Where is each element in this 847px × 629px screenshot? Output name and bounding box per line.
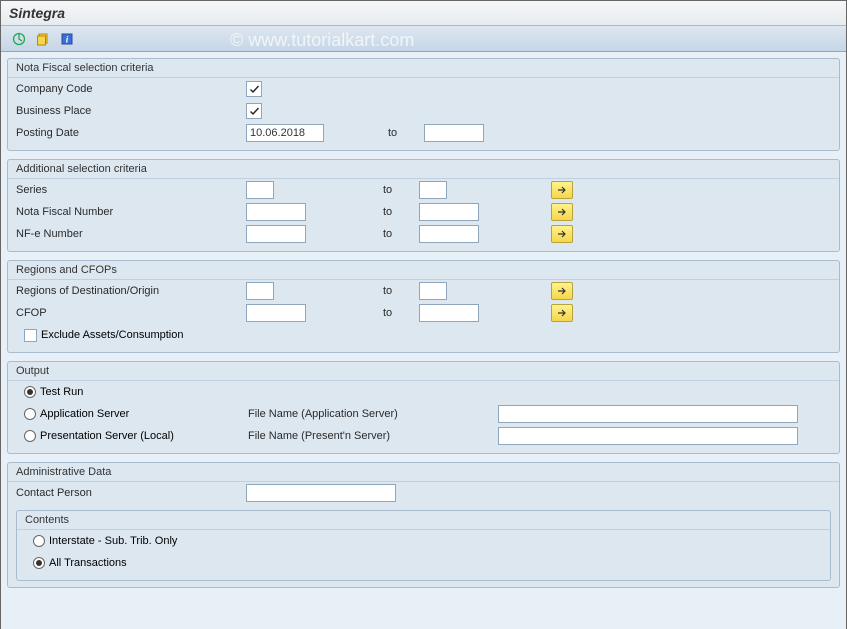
nfe-number-from-input[interactable] [246,225,306,243]
pres-server-radio[interactable] [24,430,36,442]
content-area: Nota Fiscal selection criteria Company C… [1,52,846,629]
label-nfe-number: NF-e Number [16,228,246,240]
label-all-transactions: All Transactions [49,557,127,569]
label-to: to [384,127,424,139]
label-business-place: Business Place [16,105,246,117]
series-multi-button[interactable] [551,181,573,199]
label-to: to [379,206,419,218]
nf-number-to-input[interactable] [419,203,479,221]
interstate-radio[interactable] [33,535,45,547]
subgroup-contents: Contents Interstate - Sub. Trib. Only Al… [16,510,831,581]
regions-multi-button[interactable] [551,282,573,300]
label-series: Series [16,184,246,196]
group-nota-fiscal: Nota Fiscal selection criteria Company C… [7,58,840,151]
company-code-checkbox[interactable] [246,81,262,97]
group-title: Administrative Data [8,463,839,482]
label-regions: Regions of Destination/Origin [16,285,246,297]
toolbar: i © www.tutorialkart.com [1,26,846,52]
nfe-number-to-input[interactable] [419,225,479,243]
cfop-to-input[interactable] [419,304,479,322]
label-cfop: CFOP [16,307,246,319]
nf-number-multi-button[interactable] [551,203,573,221]
all-transactions-radio[interactable] [33,557,45,569]
nf-number-from-input[interactable] [246,203,306,221]
label-company-code: Company Code [16,83,246,95]
label-posting-date: Posting Date [16,127,246,139]
exclude-assets-checkbox[interactable] [24,329,37,342]
label-test-run: Test Run [40,386,83,398]
cfop-from-input[interactable] [246,304,306,322]
contact-person-input[interactable] [246,484,396,502]
variant-icon[interactable] [33,30,53,48]
file-app-server-input[interactable] [498,405,798,423]
label-nf-number: Nota Fiscal Number [16,206,246,218]
regions-from-input[interactable] [246,282,274,300]
group-title: Output [8,362,839,381]
group-title: Nota Fiscal selection criteria [8,59,839,78]
series-from-input[interactable] [246,181,274,199]
test-run-radio[interactable] [24,386,36,398]
group-admin-data: Administrative Data Contact Person Conte… [7,462,840,588]
nfe-number-multi-button[interactable] [551,225,573,243]
label-to: to [379,228,419,240]
group-regions-cfops: Regions and CFOPs Regions of Destination… [7,260,840,353]
posting-date-from-input[interactable] [246,124,324,142]
label-to: to [379,285,419,297]
group-title: Regions and CFOPs [8,261,839,280]
label-interstate: Interstate - Sub. Trib. Only [49,535,177,547]
group-output: Output Test Run Application Server File … [7,361,840,454]
business-place-checkbox[interactable] [246,103,262,119]
file-pres-server-input[interactable] [498,427,798,445]
info-icon[interactable]: i [57,30,77,48]
group-additional: Additional selection criteria Series to … [7,159,840,252]
watermark: © www.tutorialkart.com [230,30,414,51]
label-to: to [379,307,419,319]
label-exclude-assets: Exclude Assets/Consumption [41,329,183,341]
label-to: to [379,184,419,196]
cfop-multi-button[interactable] [551,304,573,322]
label-app-server: Application Server [40,408,248,420]
page-title: Sintegra [1,1,846,26]
label-pres-server: Presentation Server (Local) [40,430,248,442]
label-contact-person: Contact Person [16,487,246,499]
execute-icon[interactable] [9,30,29,48]
regions-to-input[interactable] [419,282,447,300]
app-server-radio[interactable] [24,408,36,420]
series-to-input[interactable] [419,181,447,199]
label-file-pres-server: File Name (Present'n Server) [248,430,448,442]
posting-date-to-input[interactable] [424,124,484,142]
label-file-app-server: File Name (Application Server) [248,408,448,420]
group-title: Additional selection criteria [8,160,839,179]
group-title: Contents [17,511,830,530]
